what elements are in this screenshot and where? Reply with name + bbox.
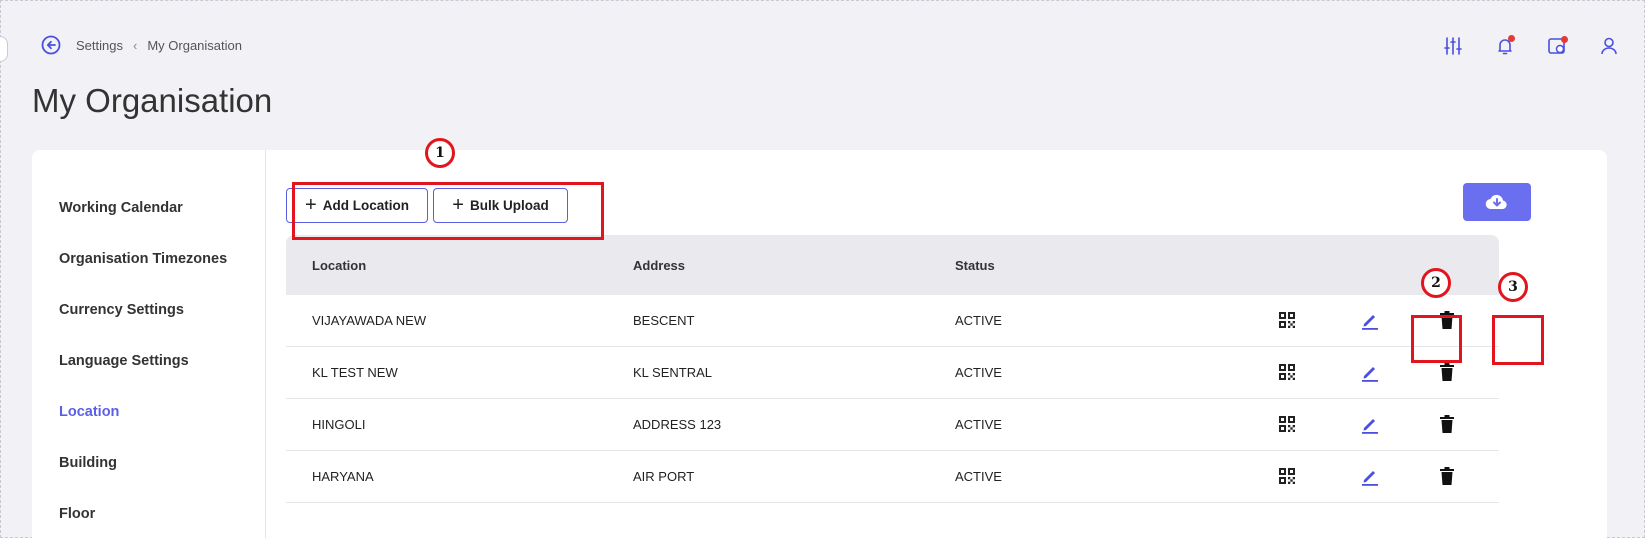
sidebar-item-working-calendar[interactable]: Working Calendar (59, 200, 183, 216)
breadcrumb: Settings ‹ My Organisation (76, 38, 242, 53)
qr-code-icon[interactable] (1276, 413, 1298, 435)
sidebar-item-organisation-timezones[interactable]: Organisation Timezones (59, 251, 227, 267)
back-arrow-icon (41, 35, 61, 55)
breadcrumb-current: My Organisation (147, 37, 242, 53)
notifications-button[interactable] (1493, 34, 1517, 58)
bulk-upload-button[interactable]: + Bulk Upload (433, 188, 568, 223)
cell-location: HARYANA (312, 469, 374, 484)
cell-address: AIR PORT (633, 469, 695, 484)
sliders-icon (1444, 37, 1462, 55)
delete-trash-icon[interactable] (1436, 361, 1458, 383)
qr-code-icon[interactable] (1276, 361, 1298, 383)
location-panel: + Add Location + Bulk Upload Location Ad… (266, 150, 1607, 538)
user-icon (1601, 37, 1617, 55)
annotation-marker-2: 2 (1421, 268, 1451, 298)
annotation-marker-1: 1 (425, 138, 455, 168)
qr-code-icon[interactable] (1276, 465, 1298, 487)
cell-status: ACTIVE (955, 417, 1002, 432)
table-row: VIJAYAWADA NEW BESCENT ACTIVE (286, 295, 1499, 347)
sidebar-item-building[interactable]: Building (59, 455, 117, 471)
notification-dot (1508, 35, 1515, 42)
table-row: HARYANA AIR PORT ACTIVE (286, 451, 1499, 503)
cell-address: KL SENTRAL (633, 365, 712, 380)
collapse-handle[interactable] (0, 36, 8, 62)
page-title: My Organisation (32, 82, 273, 119)
chevron-left-icon: ‹ (132, 37, 138, 53)
cell-status: ACTIVE (955, 469, 1002, 484)
filter-sliders-button[interactable] (1441, 34, 1465, 58)
edit-pencil-icon[interactable] (1359, 309, 1381, 331)
bulk-upload-label: Bulk Upload (469, 198, 549, 213)
cell-status: ACTIVE (955, 365, 1002, 380)
delete-trash-icon[interactable] (1436, 413, 1458, 435)
header-actions (1441, 34, 1621, 58)
table-row: KL TEST NEW KL SENTRAL ACTIVE (286, 347, 1499, 399)
sidebar-item-language-settings[interactable]: Language Settings (59, 353, 189, 369)
delete-trash-icon[interactable] (1436, 465, 1458, 487)
breadcrumb-settings[interactable]: Settings (76, 38, 123, 53)
locations-table: Location Address Status VIJAYAWADA NEW B… (286, 235, 1499, 503)
edit-pencil-icon[interactable] (1359, 465, 1381, 487)
cell-address: BESCENT (633, 313, 695, 328)
sidebar-item-floor[interactable]: Floor (59, 506, 95, 522)
settings-sidebar: Working Calendar Organisation Timezones … (32, 150, 266, 538)
column-status[interactable]: Status (955, 258, 995, 273)
add-location-button[interactable]: + Add Location (286, 188, 428, 223)
back-button[interactable] (40, 34, 62, 56)
delete-trash-icon[interactable] (1436, 309, 1458, 331)
plus-icon: + (452, 193, 464, 216)
column-address[interactable]: Address (633, 258, 685, 273)
edit-pencil-icon[interactable] (1359, 361, 1381, 383)
cell-location: KL TEST NEW (312, 365, 398, 380)
plus-icon: + (305, 193, 317, 216)
cell-status: ACTIVE (955, 313, 1002, 328)
table-header: Location Address Status (286, 235, 1499, 295)
topbar: Settings ‹ My Organisation (40, 34, 242, 56)
download-button[interactable] (1463, 183, 1531, 221)
profile-button[interactable] (1597, 34, 1621, 58)
cloud-download-icon (1485, 194, 1507, 210)
add-location-label: Add Location (322, 198, 409, 213)
cell-location: HINGOLI (312, 417, 366, 432)
tasks-button[interactable] (1545, 34, 1569, 58)
table-row: HINGOLI ADDRESS 123 ACTIVE (286, 399, 1499, 451)
column-location[interactable]: Location (312, 258, 366, 273)
cell-location: VIJAYAWADA NEW (312, 313, 427, 328)
qr-code-icon[interactable] (1276, 309, 1298, 331)
edit-pencil-icon[interactable] (1359, 413, 1381, 435)
sidebar-item-currency-settings[interactable]: Currency Settings (59, 302, 184, 318)
settings-card: Working Calendar Organisation Timezones … (32, 150, 1607, 538)
sidebar-item-location[interactable]: Location (59, 404, 119, 420)
cell-address: ADDRESS 123 (633, 417, 722, 432)
task-dot (1561, 36, 1568, 43)
annotation-marker-3: 3 (1498, 272, 1528, 302)
